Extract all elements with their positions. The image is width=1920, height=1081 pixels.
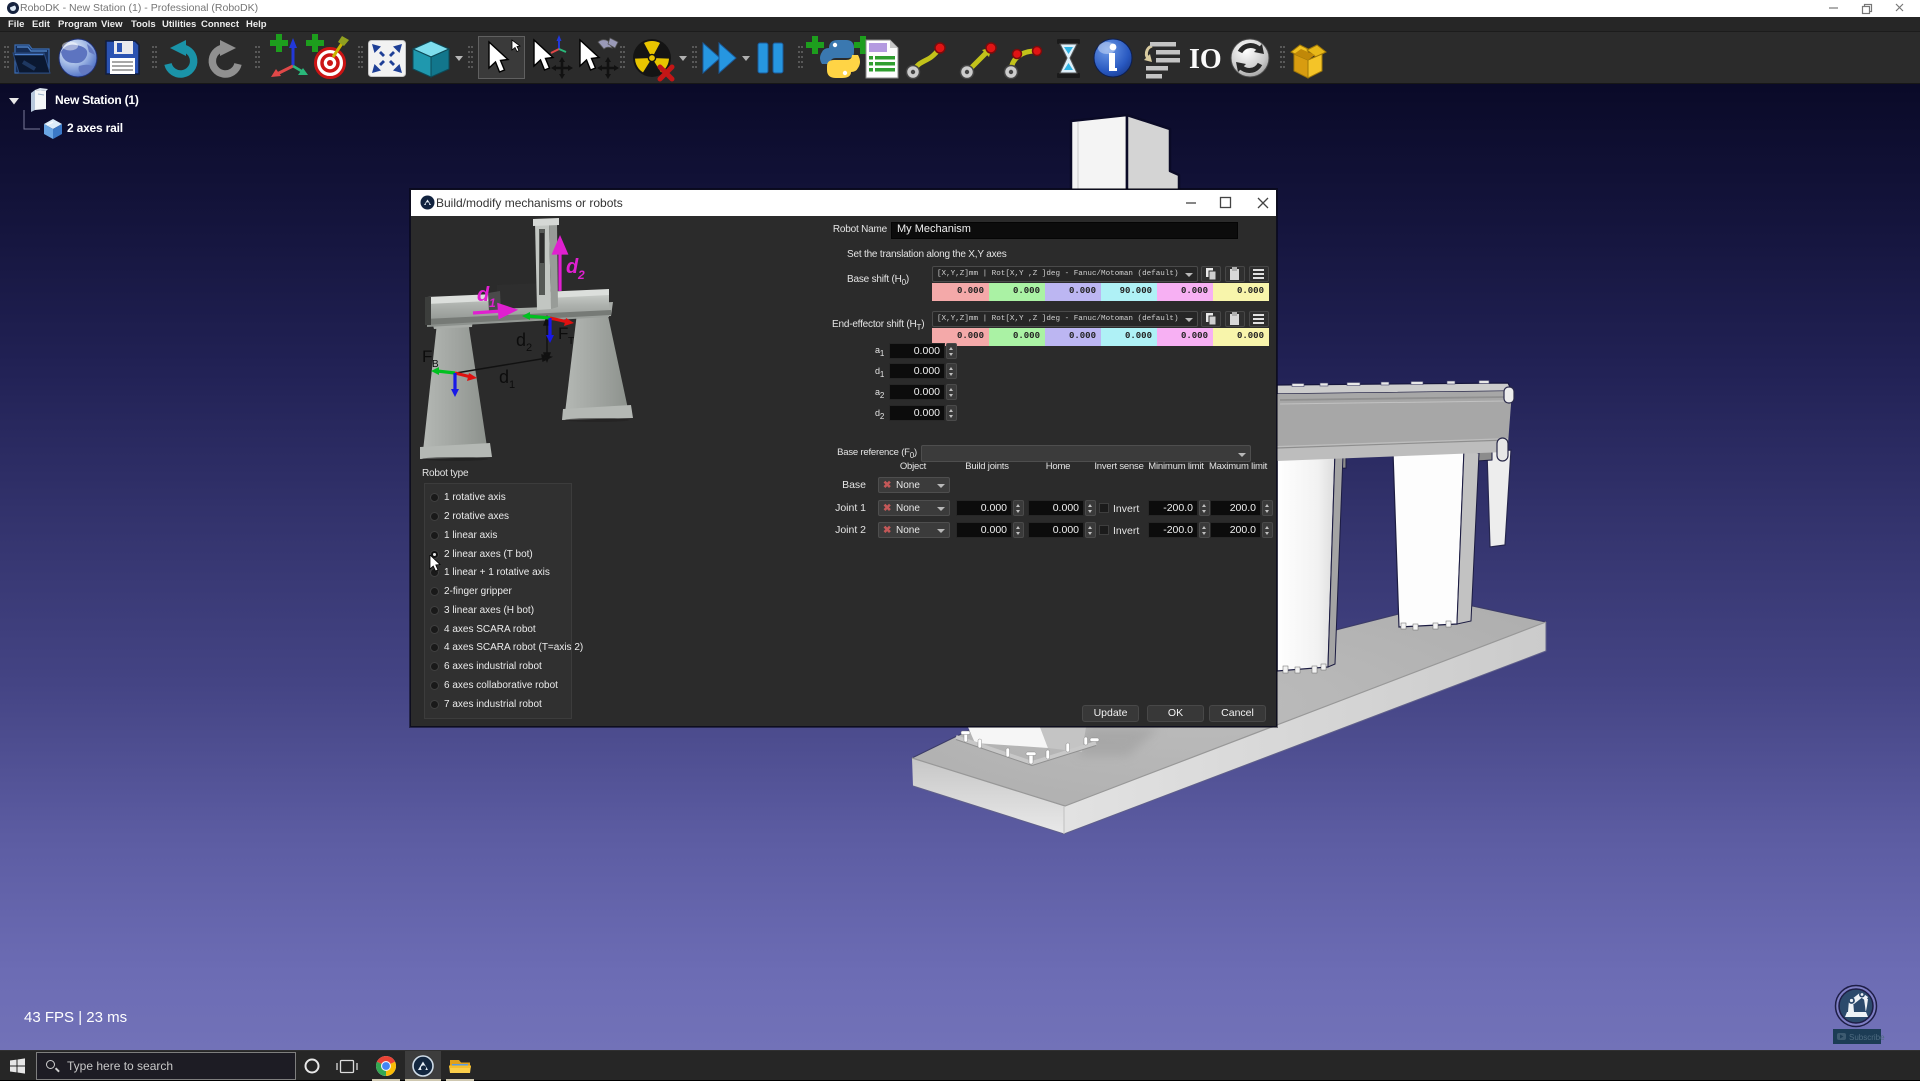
svg-text:d: d — [499, 367, 509, 387]
svg-text:F: F — [422, 347, 432, 366]
svg-text:d: d — [516, 330, 526, 350]
svg-text:T: T — [568, 336, 574, 347]
svg-text:2: 2 — [577, 268, 585, 282]
svg-text:Subscribe: Subscribe — [1849, 1033, 1885, 1042]
svg-text:1: 1 — [509, 379, 515, 391]
svg-text:2: 2 — [526, 342, 532, 354]
svg-text:1: 1 — [489, 296, 496, 310]
svg-text:F: F — [558, 324, 568, 343]
svg-text:IO: IO — [1189, 44, 1222, 75]
